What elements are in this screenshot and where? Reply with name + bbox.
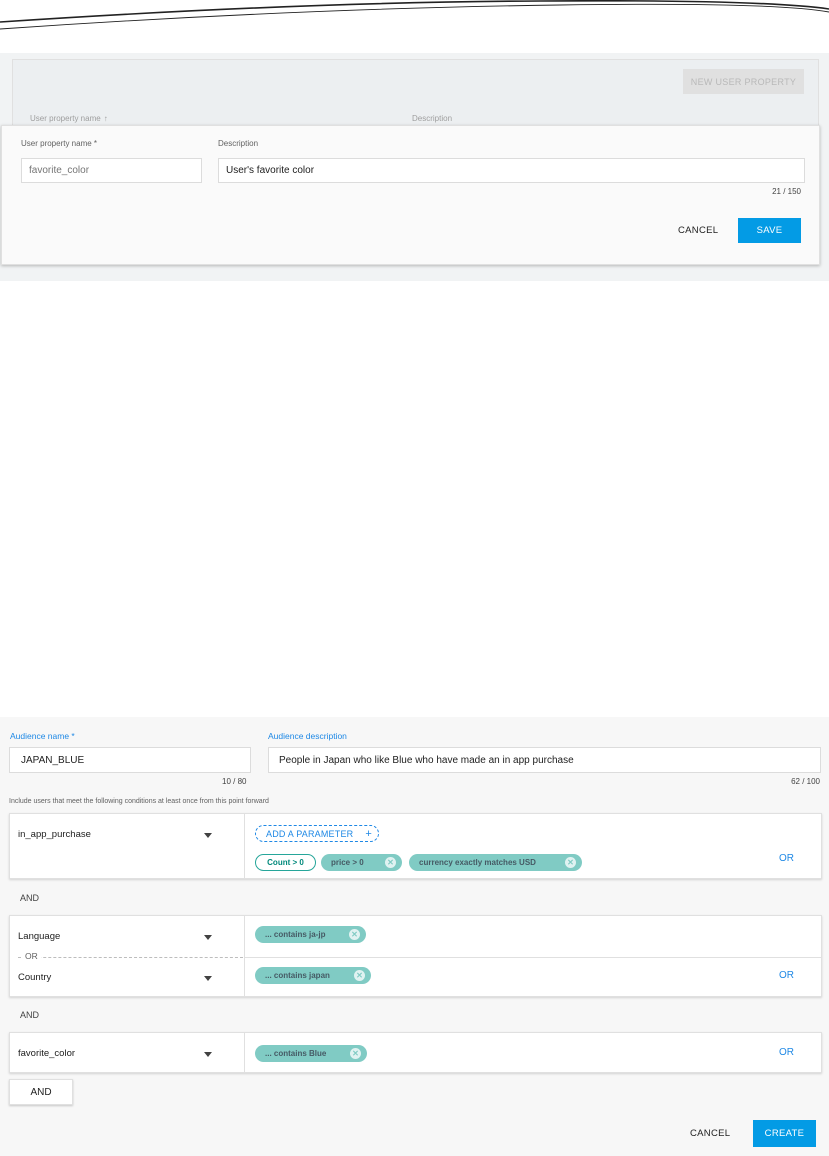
add-parameter-label: ADD A PARAMETER bbox=[266, 828, 354, 839]
chip-country[interactable]: ... contains japan ✕ bbox=[255, 967, 371, 984]
audience-name-counter: 10 / 80 bbox=[222, 777, 247, 786]
top-wave-decoration bbox=[0, 0, 829, 30]
chip-country-label: ... contains japan bbox=[265, 971, 330, 980]
column-header-description: Description bbox=[412, 114, 453, 123]
property-name-label: User property name * bbox=[21, 139, 98, 148]
cancel-button[interactable]: CANCEL bbox=[678, 225, 718, 236]
dropdown-caret-icon[interactable] bbox=[204, 833, 212, 838]
audience-name-input[interactable]: JAPAN_BLUE bbox=[9, 747, 251, 773]
condition-group-1: in_app_purchase ADD A PARAMETER + Count >… bbox=[9, 813, 822, 879]
chip-language[interactable]: ... contains ja-jp ✕ bbox=[255, 926, 366, 943]
chip-price-label: price > 0 bbox=[331, 858, 364, 867]
add-and-condition-button[interactable]: AND bbox=[9, 1079, 73, 1105]
column-header-name-label: User property name bbox=[30, 114, 101, 123]
chip-remove-icon[interactable]: ✕ bbox=[565, 857, 576, 868]
chip-remove-icon[interactable]: ✕ bbox=[354, 970, 365, 981]
or-separator-line bbox=[18, 957, 243, 958]
condition-divider bbox=[244, 916, 245, 996]
audience-description-label: Audience description bbox=[268, 731, 347, 741]
dropdown-caret-icon[interactable] bbox=[204, 935, 212, 940]
dropdown-caret-icon[interactable] bbox=[204, 1052, 212, 1057]
chip-remove-icon[interactable]: ✕ bbox=[385, 857, 396, 868]
chip-currency[interactable]: currency exactly matches USD ✕ bbox=[409, 854, 582, 871]
property-name-input[interactable] bbox=[21, 158, 202, 183]
chip-language-label: ... contains ja-jp bbox=[265, 930, 326, 939]
add-parameter-button[interactable]: ADD A PARAMETER + bbox=[255, 825, 379, 842]
condition-group-3: favorite_color ... contains Blue ✕ OR bbox=[9, 1032, 822, 1073]
cancel-button[interactable]: CANCEL bbox=[690, 1128, 730, 1139]
create-button[interactable]: CREATE bbox=[753, 1120, 816, 1147]
event-selector-language[interactable]: Language bbox=[18, 931, 60, 942]
row-divider bbox=[244, 957, 821, 958]
column-header-name[interactable]: User property name ↑ bbox=[30, 114, 108, 123]
condition-divider bbox=[244, 814, 245, 878]
user-property-panel: NEW USER PROPERTY User property name ↑ De… bbox=[0, 53, 829, 281]
user-property-edit-form: User property name * Description User's … bbox=[1, 125, 820, 265]
chip-price[interactable]: price > 0 ✕ bbox=[321, 854, 402, 871]
event-selector-favorite-color[interactable]: favorite_color bbox=[18, 1048, 75, 1059]
chip-remove-icon[interactable]: ✕ bbox=[349, 929, 360, 940]
new-user-property-button[interactable]: NEW USER PROPERTY bbox=[683, 69, 804, 94]
dropdown-caret-icon[interactable] bbox=[204, 976, 212, 981]
audience-builder-panel: Audience name * JAPAN_BLUE 10 / 80 Audie… bbox=[0, 717, 829, 1156]
condition-divider bbox=[244, 1033, 245, 1072]
user-property-table: NEW USER PROPERTY User property name ↑ De… bbox=[12, 59, 819, 127]
or-button-3[interactable]: OR bbox=[779, 1047, 794, 1058]
chip-count[interactable]: Count > 0 bbox=[255, 854, 316, 871]
chip-remove-icon[interactable]: ✕ bbox=[350, 1048, 361, 1059]
or-button-1[interactable]: OR bbox=[779, 853, 794, 864]
property-description-input[interactable]: User's favorite color bbox=[218, 158, 805, 183]
conditions-info-text: Include users that meet the following co… bbox=[9, 798, 269, 805]
property-description-label: Description bbox=[218, 139, 259, 148]
and-connector-1: AND bbox=[20, 893, 40, 903]
chip-favorite-color-label: ... contains Blue bbox=[265, 1049, 327, 1058]
or-separator-label: OR bbox=[22, 951, 41, 961]
audience-description-input[interactable]: People in Japan who like Blue who have m… bbox=[268, 747, 821, 773]
event-selector-in-app-purchase[interactable]: in_app_purchase bbox=[18, 829, 91, 840]
condition-group-2: Language OR Country ... contains ja-jp ✕ … bbox=[9, 915, 822, 997]
event-selector-country[interactable]: Country bbox=[18, 972, 51, 983]
plus-icon: + bbox=[365, 827, 372, 840]
audience-name-label: Audience name * bbox=[10, 731, 75, 741]
audience-description-counter: 62 / 100 bbox=[791, 777, 820, 786]
sort-arrow-up-icon: ↑ bbox=[103, 114, 108, 123]
chip-currency-label: currency exactly matches USD bbox=[419, 858, 536, 867]
description-char-counter: 21 / 150 bbox=[772, 187, 801, 196]
save-button[interactable]: SAVE bbox=[738, 218, 801, 243]
chip-favorite-color[interactable]: ... contains Blue ✕ bbox=[255, 1045, 367, 1062]
or-button-2[interactable]: OR bbox=[779, 970, 794, 981]
and-connector-2: AND bbox=[20, 1010, 40, 1020]
